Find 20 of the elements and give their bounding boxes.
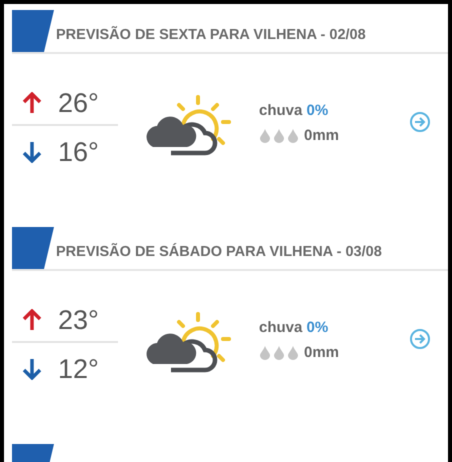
raindrops-icon — [259, 346, 301, 360]
down-arrow-icon — [22, 358, 42, 380]
flag-icon — [12, 10, 54, 52]
precipitation-amount: 0mm — [304, 344, 340, 361]
up-arrow-icon — [22, 309, 42, 331]
flag-icon — [12, 227, 54, 269]
high-temperature: 23° — [58, 304, 99, 336]
raindrops-icon — [259, 128, 301, 142]
low-temperature: 12° — [58, 354, 99, 384]
high-temperature: 26° — [58, 88, 99, 118]
arrow-right-circle-icon[interactable] — [409, 111, 431, 133]
low-temperature: 16° — [58, 136, 99, 168]
arrow-right-circle-icon[interactable] — [409, 328, 431, 350]
forecast-title: PREVISÃO DE SEXTA PARA VILHENA - 02/08 — [56, 27, 366, 43]
forecast-title: PREVISÃO DE SÁBADO PARA VILHENA - 03/08 — [56, 244, 382, 260]
up-arrow-icon — [22, 92, 42, 114]
down-arrow-icon — [22, 141, 42, 163]
precipitation-amount: 0mm — [304, 127, 340, 144]
rain-chance: chuva 0% — [259, 102, 330, 119]
rain-chance: chuva 0% — [259, 319, 330, 336]
